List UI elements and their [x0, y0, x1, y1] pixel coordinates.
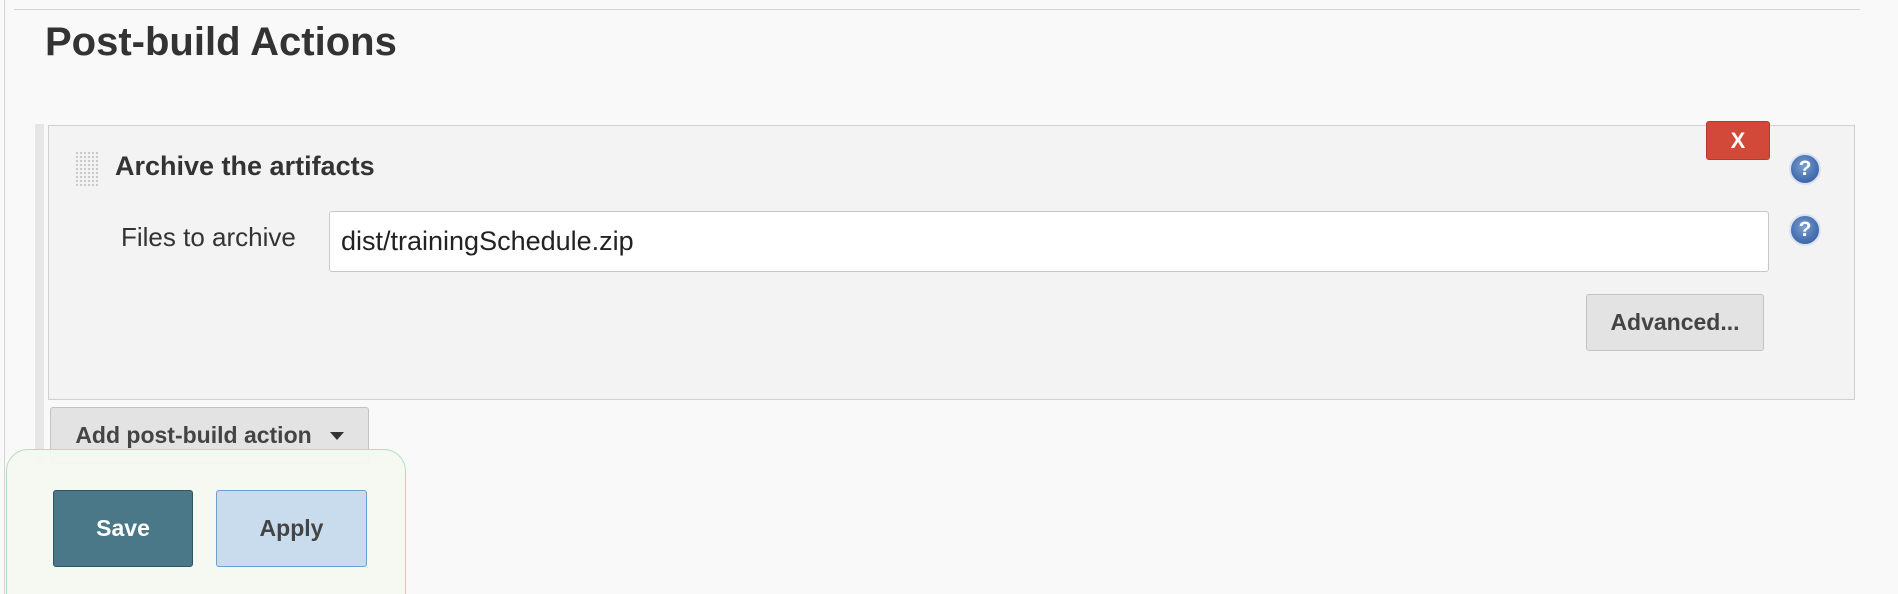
- add-post-build-action-label: Add post-build action: [75, 422, 312, 448]
- caret-down-icon: [329, 431, 344, 440]
- left-border: [4, 0, 5, 594]
- delete-action-button[interactable]: X: [1706, 121, 1770, 160]
- drag-handle-icon[interactable]: [75, 151, 99, 187]
- save-button[interactable]: Save: [53, 490, 193, 567]
- page: Post-build Actions Archive the artifacts…: [0, 0, 1898, 594]
- files-help-icon[interactable]: ?: [1789, 214, 1821, 246]
- files-to-archive-input[interactable]: [329, 211, 1769, 272]
- advanced-button[interactable]: Advanced...: [1586, 294, 1764, 351]
- section-title: Post-build Actions: [45, 20, 397, 64]
- files-to-archive-label: Files to archive: [121, 222, 296, 252]
- section-divider: [14, 9, 1860, 10]
- action-title: Archive the artifacts: [115, 151, 375, 181]
- apply-button[interactable]: Apply: [216, 490, 367, 567]
- help-icon[interactable]: ?: [1789, 153, 1821, 185]
- section-gutter: [35, 124, 44, 468]
